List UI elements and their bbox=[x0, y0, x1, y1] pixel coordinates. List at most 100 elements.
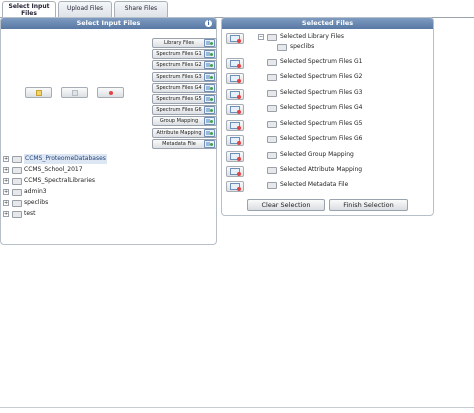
footer-divider bbox=[0, 407, 474, 408]
category-button[interactable]: Spectrum Files G2 bbox=[152, 60, 217, 71]
expand-icon[interactable]: + bbox=[3, 189, 9, 195]
tree-node-icon bbox=[258, 121, 264, 127]
panel-header: Select Input Files i bbox=[1, 18, 216, 29]
expand-icon[interactable]: + bbox=[3, 167, 9, 173]
add-to-selection-icon bbox=[204, 72, 215, 81]
selected-file-label: speclibs bbox=[290, 43, 315, 50]
expand-icon[interactable]: + bbox=[3, 200, 9, 206]
folder-icon bbox=[12, 156, 22, 163]
category-button[interactable]: Attribute Mapping bbox=[152, 127, 217, 138]
folder-icon bbox=[12, 178, 22, 185]
selected-group-label: Selected Spectrum Files G5 bbox=[280, 120, 363, 127]
category-label: Spectrum Files G3 bbox=[156, 73, 202, 80]
clear-selection-button[interactable]: Clear Selection bbox=[247, 199, 325, 211]
remove-selection-button[interactable] bbox=[226, 181, 244, 192]
collapse-icon[interactable]: − bbox=[258, 34, 264, 40]
tree-item-label: CCMS_SpectralLibraries bbox=[24, 177, 96, 184]
remove-selection-button[interactable] bbox=[226, 73, 244, 84]
tree-node-icon bbox=[258, 167, 264, 173]
remove-selection-button[interactable] bbox=[226, 120, 244, 131]
category-label: Spectrum Files G4 bbox=[156, 84, 202, 91]
remove-selection-button[interactable] bbox=[226, 135, 244, 146]
folder-icon bbox=[267, 136, 277, 143]
add-to-selection-icon bbox=[204, 39, 215, 47]
remove-selection-icon bbox=[230, 106, 241, 114]
remove-selection-icon bbox=[230, 168, 241, 176]
add-to-selection-icon bbox=[204, 117, 215, 126]
panel-header: Selected Files bbox=[222, 18, 433, 29]
category-button[interactable]: Spectrum Files G6 bbox=[152, 105, 217, 116]
selected-group-label: Selected Spectrum Files G4 bbox=[280, 104, 363, 111]
tree-item-label: CCMS_ProteomeDatabases bbox=[24, 154, 107, 164]
add-to-selection-icon bbox=[204, 128, 215, 137]
tree-node-icon bbox=[258, 136, 264, 142]
edit-button[interactable] bbox=[61, 87, 88, 98]
category-label: Spectrum Files G6 bbox=[156, 107, 202, 114]
add-to-selection-icon bbox=[204, 95, 215, 103]
finish-selection-button[interactable]: Finish Selection bbox=[329, 199, 408, 211]
category-button[interactable]: Library Files bbox=[152, 38, 217, 48]
category-button[interactable]: Spectrum Files G5 bbox=[152, 94, 217, 104]
category-label: Attribute Mapping bbox=[156, 129, 202, 136]
category-label: Group Mapping bbox=[159, 118, 199, 125]
category-button[interactable]: Spectrum Files G3 bbox=[152, 71, 217, 82]
folder-icon bbox=[267, 167, 277, 174]
remove-selection-button[interactable] bbox=[226, 58, 244, 69]
folder-icon bbox=[12, 211, 22, 218]
category-button[interactable]: Spectrum Files G4 bbox=[152, 82, 217, 93]
folder-icon bbox=[267, 152, 277, 159]
add-file-button[interactable] bbox=[25, 87, 52, 98]
delete-button[interactable] bbox=[97, 87, 124, 98]
folder-icon bbox=[12, 200, 22, 207]
category-button[interactable]: Spectrum Files G1 bbox=[152, 49, 217, 60]
category-button[interactable]: Metadata File bbox=[152, 138, 217, 149]
selected-group-label: Selected Spectrum Files G3 bbox=[280, 89, 363, 96]
tree-node-icon bbox=[258, 152, 264, 158]
add-to-selection-icon bbox=[204, 139, 215, 148]
selected-group-label: Selected Metadata File bbox=[280, 181, 349, 188]
add-to-selection-icon bbox=[204, 61, 215, 70]
info-icon[interactable]: i bbox=[205, 20, 212, 27]
selected-group-label: Selected Spectrum Files G6 bbox=[280, 135, 363, 142]
remove-selection-button[interactable] bbox=[226, 104, 244, 115]
expand-icon[interactable]: + bbox=[3, 156, 9, 162]
add-to-selection-icon bbox=[204, 50, 215, 59]
folder-icon bbox=[267, 34, 277, 41]
tree-item-label: CCMS_School_2017 bbox=[24, 166, 83, 173]
tree-node-icon bbox=[258, 105, 264, 111]
panel-title: Selected Files bbox=[301, 19, 354, 27]
expand-icon[interactable]: + bbox=[3, 178, 9, 184]
tab-label: Select Input Files bbox=[8, 3, 50, 17]
tab-share-files[interactable]: Share Files bbox=[114, 1, 168, 18]
remove-selection-button[interactable] bbox=[226, 89, 244, 100]
expand-icon[interactable]: + bbox=[3, 211, 9, 217]
remove-selection-icon bbox=[230, 75, 241, 83]
remove-selection-icon bbox=[230, 35, 241, 43]
category-label: Library Files bbox=[163, 40, 195, 46]
folder-icon bbox=[12, 167, 22, 174]
folder-icon bbox=[267, 121, 277, 128]
selected-group-label: Selected Library Files bbox=[280, 33, 344, 40]
tab-label: Upload Files bbox=[66, 5, 104, 12]
selected-group-label: Selected Spectrum Files G2 bbox=[280, 73, 363, 80]
folder-icon bbox=[267, 59, 277, 66]
remove-selection-button[interactable] bbox=[226, 33, 244, 44]
tree-item-label: admin3 bbox=[24, 188, 47, 195]
remove-selection-button[interactable] bbox=[226, 151, 244, 162]
tab-bar: Select Input Files Upload Files Share Fi… bbox=[0, 0, 474, 19]
remove-selection-icon bbox=[230, 183, 241, 191]
tab-label: Share Files bbox=[124, 5, 158, 12]
tree-node-icon bbox=[258, 74, 264, 80]
remove-selection-button[interactable] bbox=[226, 166, 244, 177]
folder-icon bbox=[277, 44, 287, 51]
tree-node-icon bbox=[258, 182, 264, 188]
tab-upload-files[interactable]: Upload Files bbox=[58, 1, 112, 18]
delete-icon bbox=[109, 91, 113, 95]
add-file-icon bbox=[36, 90, 42, 96]
category-button[interactable]: Group Mapping bbox=[152, 116, 217, 127]
remove-selection-icon bbox=[230, 153, 241, 161]
edit-icon bbox=[72, 90, 78, 96]
panel-title: Select Input Files bbox=[76, 19, 141, 27]
tree-node-icon bbox=[258, 59, 264, 65]
remove-selection-icon bbox=[230, 122, 241, 130]
